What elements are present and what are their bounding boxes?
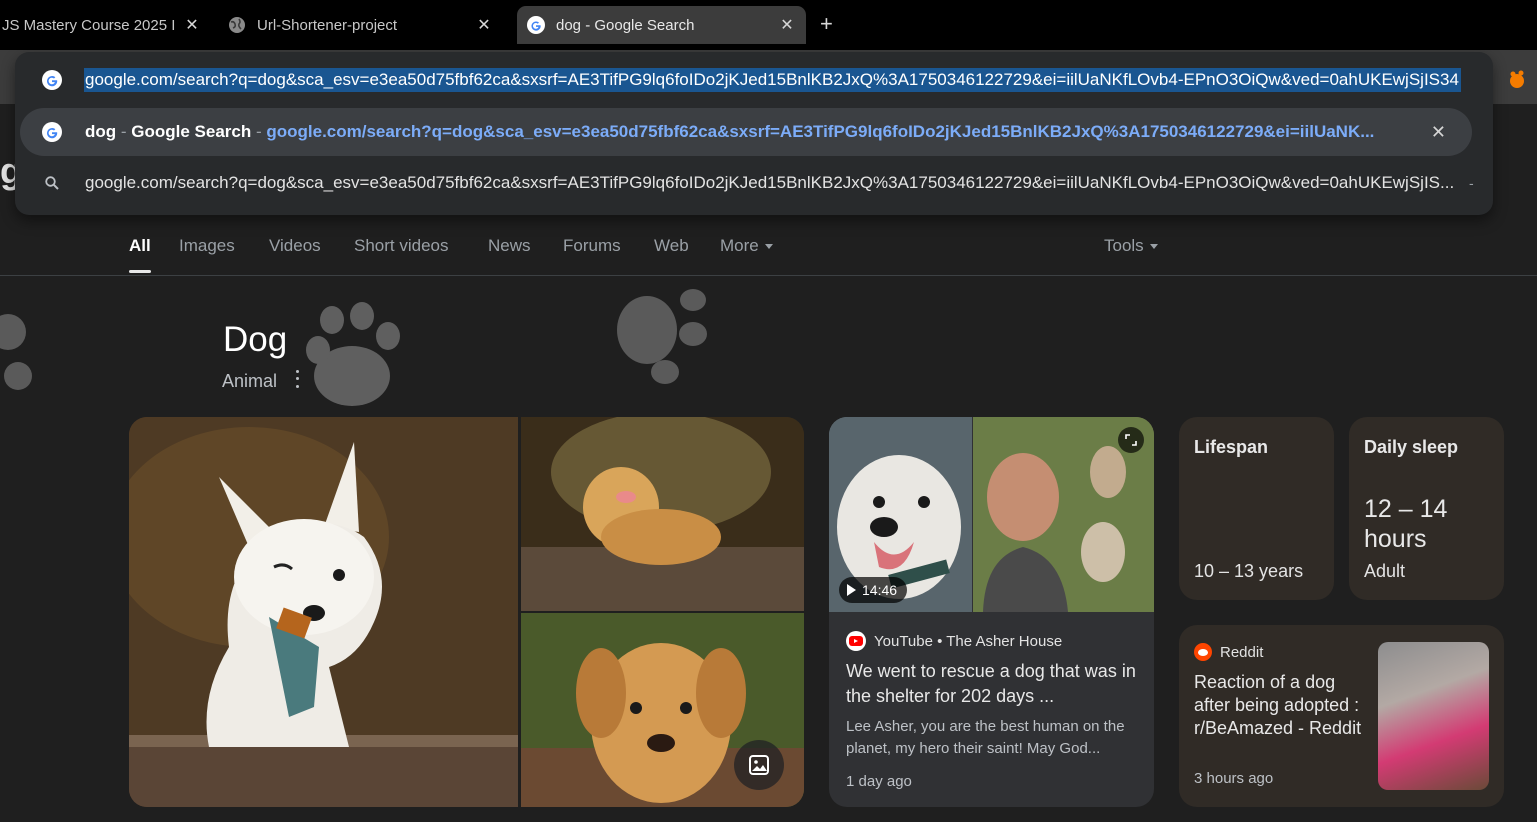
golden-retriever-image[interactable] [521, 417, 804, 611]
suggestion-text: google.com/search?q=dog&sca_esv=e3ea50d7… [85, 173, 1455, 192]
omnibox-dropdown: google.com/search?q=dog&sca_esv=e3ea50d7… [15, 52, 1493, 215]
tools-button[interactable]: Tools [1104, 236, 1158, 256]
daily-sleep-card[interactable]: Daily sleep 12 – 14 hours Adult [1349, 417, 1504, 600]
reddit-title[interactable]: Reaction of a dog after being adopted : … [1194, 671, 1374, 740]
tab-news[interactable]: News [488, 236, 531, 256]
google-g-icon [527, 16, 545, 34]
caret-down-icon [764, 244, 773, 250]
reddit-source[interactable]: Reddit [1194, 643, 1263, 661]
suggestion-title: dog [85, 122, 117, 141]
expand-icon[interactable] [1118, 427, 1144, 453]
image-collage[interactable] [129, 417, 804, 807]
tab-js-mastery[interactable]: JS Mastery Course 2025 In ✕ [0, 6, 210, 44]
omnibox-input[interactable]: google.com/search?q=dog&sca_esv=e3ea50d7… [84, 68, 1461, 92]
tab-web[interactable]: Web [654, 236, 689, 256]
tab-title: Url-Shortener-project [257, 16, 398, 34]
paw-print-icon [617, 289, 707, 384]
video-title[interactable]: We went to rescue a dog that was in the … [846, 659, 1141, 709]
suggestion-dash: - [1469, 175, 1474, 191]
omnibox-suggestion-selected[interactable]: dog - Google Search - google.com/search?… [20, 108, 1472, 156]
tab-videos[interactable]: Videos [269, 236, 321, 256]
search-tabs: All Images Videos Short videos News Foru… [0, 236, 1537, 276]
knowledge-subtitle: Animal [222, 371, 278, 391]
tab-title: JS Mastery Course 2025 In [2, 16, 176, 34]
tab-images[interactable]: Images [179, 236, 235, 256]
daily-sleep-label: Daily sleep [1364, 437, 1459, 457]
suggestion-title-rest: Google Search [131, 122, 252, 141]
caret-down-icon [1149, 244, 1158, 250]
remove-suggestion-icon[interactable]: ✕ [1431, 122, 1446, 143]
google-g-icon [42, 70, 62, 90]
images-button[interactable] [734, 740, 784, 790]
daily-sleep-sub: Adult [1364, 561, 1406, 581]
tools-label: Tools [1104, 236, 1144, 255]
browser-window: JS Mastery Course 2025 In ✕ Url-Shortene… [0, 0, 1537, 822]
google-g-icon [42, 122, 62, 142]
play-icon [847, 584, 856, 596]
video-source-label: YouTube • The Asher House [874, 632, 1063, 650]
tab-all[interactable]: All [129, 236, 151, 273]
suggestion-separator-1: - [116, 122, 132, 141]
reddit-result-card[interactable]: Reddit Reaction of a dog after being ado… [1179, 625, 1504, 807]
video-description: Lee Asher, you are the best human on the… [846, 718, 1125, 757]
video-duration: 14:46 [862, 582, 898, 598]
omnibox-input-row[interactable]: google.com/search?q=dog&sca_esv=e3ea50d7… [15, 58, 1493, 102]
suggestion-separator: - [251, 122, 267, 141]
tab-more-label: More [720, 236, 759, 255]
tab-strip: JS Mastery Course 2025 In ✕ Url-Shortene… [0, 0, 1537, 50]
chihuahua-image[interactable] [129, 417, 518, 807]
omnibox-suggestion[interactable]: google.com/search?q=dog&sca_esv=e3ea50d7… [15, 158, 1493, 208]
knowledge-title: Dog [223, 320, 288, 359]
globe-icon [228, 16, 246, 34]
video-source[interactable]: YouTube • The Asher House [846, 631, 1062, 651]
reddit-thumbnail[interactable] [1378, 642, 1489, 790]
reddit-source-label: Reddit [1220, 643, 1264, 661]
close-icon[interactable]: ✕ [182, 15, 202, 35]
lifespan-label: Lifespan [1194, 437, 1269, 457]
tab-forums[interactable]: Forums [563, 236, 621, 256]
video-duration-badge: 14:46 [839, 577, 908, 603]
daily-sleep-value: 12 – 14 hours [1364, 495, 1448, 553]
more-options-icon[interactable] [290, 368, 304, 390]
close-icon[interactable]: ✕ [777, 15, 797, 35]
image-icon [749, 755, 769, 775]
new-tab-plus-icon[interactable]: + [820, 13, 833, 35]
suggestion-text: dog - Google Search - google.com/search?… [85, 122, 1415, 142]
close-icon[interactable]: ✕ [474, 15, 494, 35]
lifespan-card[interactable]: Lifespan 10 – 13 years [1179, 417, 1334, 600]
video-time: 1 day ago [846, 773, 912, 790]
suggestion-url: google.com/search?q=dog&sca_esv=e3ea50d7… [266, 122, 1375, 141]
reddit-icon [1194, 643, 1212, 661]
reddit-time: 3 hours ago [1194, 770, 1274, 787]
tab-more[interactable]: More [720, 236, 773, 256]
youtube-icon [846, 631, 866, 651]
tab-title: dog - Google Search [556, 16, 695, 34]
paw-print-icon [306, 302, 400, 406]
search-icon [42, 173, 62, 193]
tab-short-videos[interactable]: Short videos [354, 236, 449, 256]
lifespan-value: 10 – 13 years [1194, 561, 1304, 581]
tab-url-shortener[interactable]: Url-Shortener-project ✕ [228, 6, 500, 44]
video-result-card[interactable]: 14:46 YouTube • The Asher House We went … [829, 417, 1154, 807]
tab-dog-search[interactable]: dog - Google Search ✕ [517, 6, 806, 44]
extension-icon[interactable] [1506, 68, 1528, 90]
paw-print-icon [0, 314, 32, 390]
